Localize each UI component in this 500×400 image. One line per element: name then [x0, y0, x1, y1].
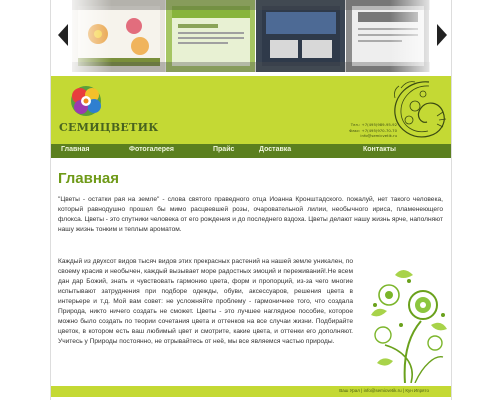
page: СЕМИЦВЕТИК Тел.: +7(495)989-95-92 Факс: …: [0, 0, 500, 400]
chevron-right-icon: [437, 24, 447, 46]
footer-text: Ваш Урал | info@semicvetik.ru | Кун Ипря…: [339, 388, 429, 393]
nav-item-delivery[interactable]: Доставка: [259, 146, 291, 153]
paisley-ornament-icon: [394, 81, 447, 138]
nav-item-gallery[interactable]: Фотогалерея: [129, 146, 174, 153]
site-thumb-image: [172, 6, 250, 66]
logo-flower-icon[interactable]: [68, 84, 104, 118]
intro-paragraph: "Цветы - остатки рая на земле" - слова с…: [58, 196, 443, 233]
body-paragraph: Каждый из двухсот видов тысяч видов этих…: [58, 258, 353, 345]
slider-prev-button[interactable]: [58, 24, 68, 46]
chevron-left-icon: [58, 24, 68, 46]
site-thumb-image: [262, 6, 340, 66]
site-footer: Ваш Урал | info@semicvetik.ru | Кун Ипря…: [51, 386, 451, 397]
brand-name[interactable]: СЕМИЦВЕТИК: [59, 121, 159, 134]
nav-item-contacts[interactable]: Контакты: [363, 146, 396, 153]
main-nav: Главная Фотогалерея Прайс Доставка Конта…: [51, 144, 451, 158]
floral-ornament-icon: [371, 270, 447, 383]
site-header: СЕМИЦВЕТИК Тел.: +7(495)989-95-92 Факс: …: [51, 76, 451, 144]
page-title: Главная: [58, 170, 120, 187]
nav-item-price[interactable]: Прайс: [213, 146, 234, 153]
nav-item-home[interactable]: Главная: [61, 146, 89, 153]
slider-next-button[interactable]: [437, 24, 447, 46]
image-slider: [72, 0, 430, 72]
